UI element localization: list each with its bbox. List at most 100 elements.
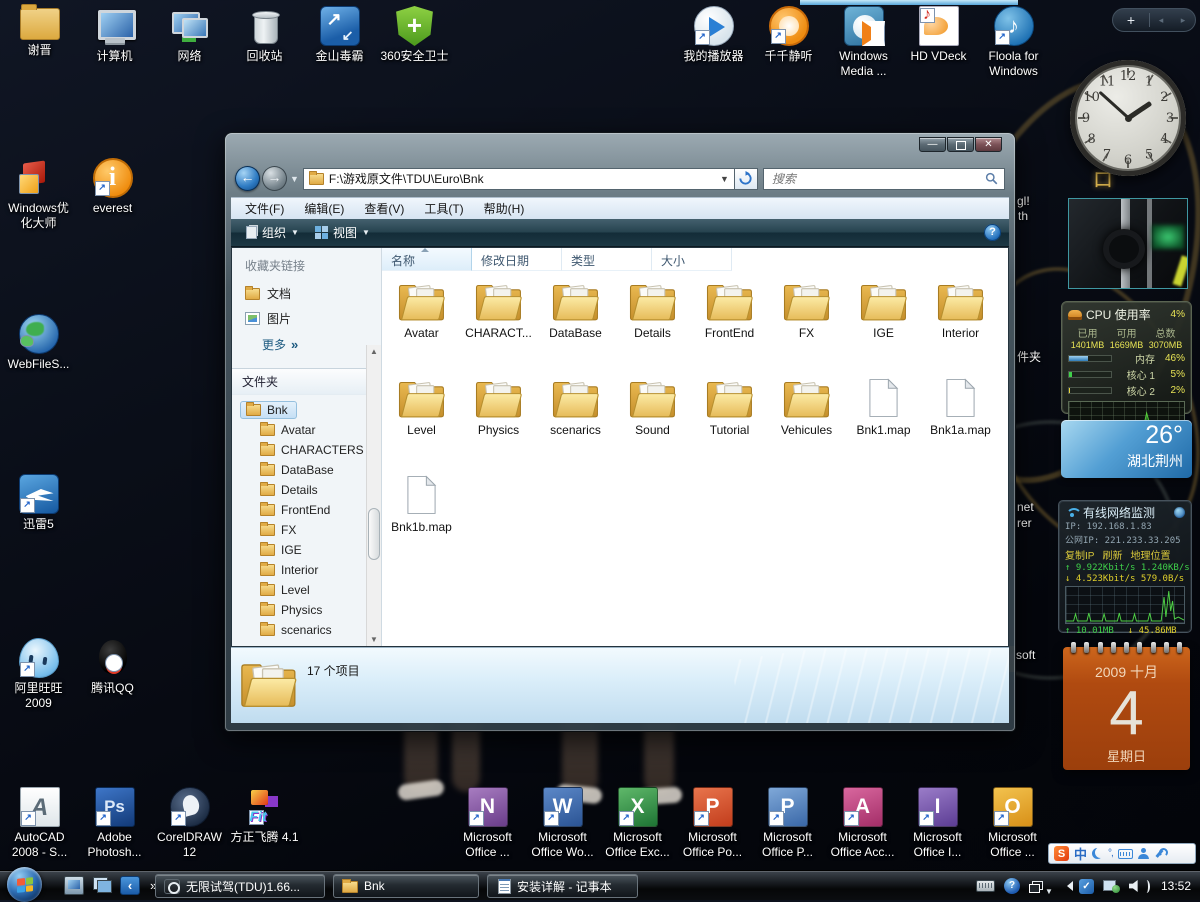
desktop-icon[interactable]: Microsoft Office Wo...: [525, 787, 600, 860]
ime-settings-icon[interactable]: [1154, 848, 1165, 859]
punctuation-icon[interactable]: °,: [1108, 848, 1113, 859]
volume-tray-icon[interactable]: [1129, 880, 1143, 893]
restore-windows-tray-icon[interactable]: [1029, 881, 1042, 892]
column-header[interactable]: 名称: [382, 248, 472, 271]
desktop-icon[interactable]: everest: [75, 158, 150, 216]
tree-item[interactable]: CHARACTERS: [254, 441, 370, 459]
add-gadget-button[interactable]: +: [1113, 12, 1149, 28]
minimize-button[interactable]: —: [919, 137, 946, 152]
help-button[interactable]: ?: [984, 224, 1001, 241]
fullwidth-moon-icon[interactable]: [1092, 848, 1103, 859]
tree-item[interactable]: Interior: [254, 561, 324, 579]
slideshow-gadget[interactable]: [1068, 198, 1188, 289]
desktop-icon[interactable]: 金山毒霸: [302, 6, 377, 64]
desktop-icon[interactable]: Microsoft Office P...: [750, 787, 825, 860]
column-header[interactable]: 修改日期: [472, 248, 562, 271]
file-item[interactable]: Physics: [460, 372, 537, 469]
network-link[interactable]: 地理位置: [1130, 547, 1170, 562]
column-header[interactable]: 类型: [562, 248, 652, 271]
show-desktop-icon[interactable]: [64, 876, 84, 895]
desktop-icon[interactable]: Microsoft Office I...: [900, 787, 975, 860]
file-item[interactable]: FrontEnd: [691, 275, 768, 372]
desktop-icon[interactable]: Microsoft Office Acc...: [825, 787, 900, 860]
desktop-icon[interactable]: CorelDRAW 12: [152, 787, 227, 860]
menu-item[interactable]: 文件(F): [235, 198, 294, 219]
tree-item[interactable]: Level: [254, 581, 316, 599]
address-bar[interactable]: F:\游戏原文件\TDU\Euro\Bnk ▼: [303, 168, 735, 190]
desktop-icon[interactable]: HD VDeck: [901, 6, 976, 79]
file-item[interactable]: Sound: [614, 372, 691, 469]
desktop-icon[interactable]: 计算机: [77, 6, 152, 64]
favorite-link[interactable]: 文档: [232, 281, 381, 306]
taskbar-clock[interactable]: 13:52: [1161, 879, 1191, 893]
switch-windows-icon[interactable]: [92, 876, 112, 895]
quick-launch-app-icon[interactable]: ‹: [120, 876, 140, 895]
file-item[interactable]: CHARACT...: [460, 275, 537, 372]
desktop-icon[interactable]: AutoCAD 2008 - S...: [2, 787, 77, 860]
file-item[interactable]: FX: [768, 275, 845, 372]
start-button[interactable]: [7, 867, 42, 902]
tree-item[interactable]: DataBase: [254, 461, 340, 479]
favorite-link[interactable]: 图片: [232, 306, 381, 331]
task-button[interactable]: Bnk: [333, 874, 479, 898]
desktop-icon[interactable]: 回收站: [227, 6, 302, 64]
desktop-icon[interactable]: Microsoft Office Po...: [675, 787, 750, 860]
scrollbar-thumb[interactable]: [368, 508, 380, 560]
tree-item[interactable]: Details: [254, 481, 324, 499]
tree-item[interactable]: FrontEnd: [254, 501, 336, 519]
tree-item[interactable]: FX: [254, 521, 302, 539]
file-item[interactable]: Avatar: [383, 275, 460, 372]
help-tray-icon[interactable]: ?: [1004, 878, 1020, 894]
close-button[interactable]: ✕: [975, 137, 1002, 152]
tree-scrollbar[interactable]: ▲ ▼: [366, 345, 381, 646]
scroll-up-arrow[interactable]: ▲: [367, 347, 381, 356]
network-link[interactable]: 刷新: [1102, 547, 1122, 562]
desktop-icon[interactable]: 方正飞腾 4.1: [227, 787, 302, 860]
folders-band[interactable]: 文件夹 ▼: [232, 368, 381, 395]
desktop-icon[interactable]: Microsoft Office Exc...: [600, 787, 675, 860]
search-box[interactable]: [763, 168, 1005, 190]
tray-dropdown-icon[interactable]: ▼: [1045, 887, 1053, 896]
desktop-icon[interactable]: WebFileS...: [1, 314, 76, 372]
file-item[interactable]: Vehicules: [768, 372, 845, 469]
menu-item[interactable]: 帮助(H): [474, 198, 535, 219]
desktop-icon[interactable]: Adobe Photosh...: [77, 787, 152, 860]
tree-item[interactable]: IGE: [254, 541, 308, 559]
desktop-icon[interactable]: 千千静听: [751, 6, 826, 79]
desktop-icon[interactable]: Floola for Windows: [976, 6, 1051, 79]
more-links[interactable]: 更多 »: [232, 331, 381, 360]
keyboard-tray-icon[interactable]: [976, 880, 995, 892]
desktop-icon[interactable]: 阿里旺旺 2009: [1, 638, 76, 711]
scroll-down-arrow[interactable]: ▼: [367, 635, 381, 644]
clock-gadget[interactable]: 123456789101112: [1070, 60, 1186, 176]
network-monitor-gadget[interactable]: 有线网络监测 IP: 192.168.1.83 公网IP: 221.233.33…: [1058, 500, 1192, 633]
desktop-icon[interactable]: 谢晋: [2, 6, 77, 64]
file-item[interactable]: Level: [383, 372, 460, 469]
soft-keyboard-icon[interactable]: [1118, 849, 1133, 859]
tree-item[interactable]: Avatar: [254, 421, 321, 439]
file-item[interactable]: scenarics: [537, 372, 614, 469]
column-header[interactable]: 大小: [652, 248, 732, 271]
organize-button[interactable]: 组织 ▼: [239, 221, 306, 244]
file-item[interactable]: Details: [614, 275, 691, 372]
views-button[interactable]: 视图 ▼: [308, 221, 377, 244]
file-item[interactable]: Bnk1b.map: [383, 469, 460, 566]
desktop-icon[interactable]: 腾讯QQ: [75, 638, 150, 696]
file-item[interactable]: Tutorial: [691, 372, 768, 469]
file-item[interactable]: IGE: [845, 275, 922, 372]
address-path[interactable]: F:\游戏原文件\TDU\Euro\Bnk: [329, 170, 715, 187]
desktop-icon[interactable]: 迅雷5: [1, 474, 76, 532]
ime-skin-icon[interactable]: [1138, 848, 1149, 859]
nav-history-chevron-icon[interactable]: ▼: [290, 174, 299, 184]
desktop-icon[interactable]: 网络: [152, 6, 227, 64]
back-button[interactable]: ←: [235, 166, 260, 191]
menu-item[interactable]: 查看(V): [354, 198, 414, 219]
task-button[interactable]: 无限试驾(TDU)1.66...: [155, 874, 325, 898]
address-dropdown-icon[interactable]: ▼: [720, 174, 729, 184]
desktop-icon[interactable]: 360安全卫士: [377, 6, 452, 64]
next-page-button[interactable]: ▸: [1172, 15, 1194, 26]
weather-gadget[interactable]: 26° 湖北荆州: [1061, 420, 1192, 478]
ime-mode-chinese[interactable]: 中: [1074, 844, 1087, 863]
tree-item[interactable]: scenarics: [254, 621, 338, 639]
cpu-meter-gadget[interactable]: CPU 使用率 4% 已用 可用 总数 1401MB 1669MB 3070MB…: [1061, 301, 1192, 414]
